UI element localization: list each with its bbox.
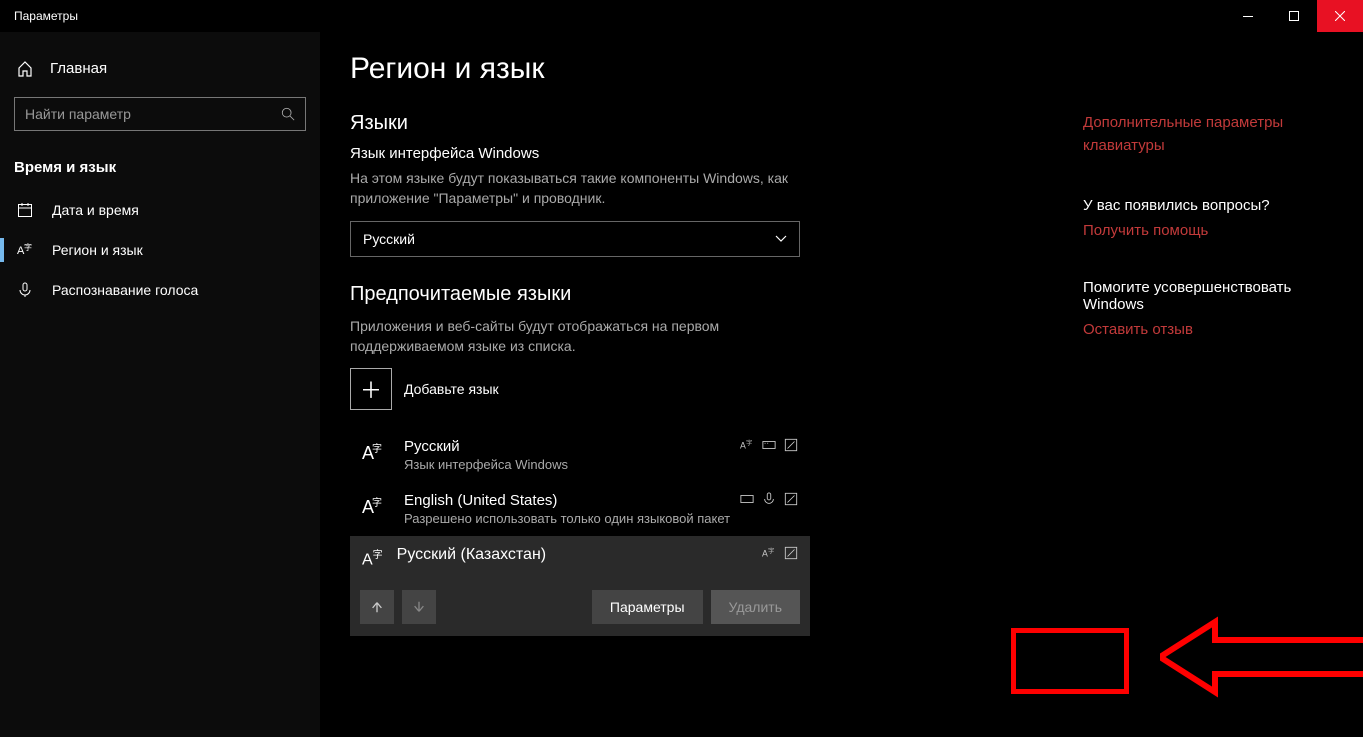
feedback-link[interactable]: Оставить отзыв xyxy=(1083,321,1343,338)
handwriting-icon xyxy=(784,546,798,560)
sidebar-item-date-time[interactable]: Дата и время xyxy=(0,190,320,230)
move-up-button[interactable] xyxy=(360,590,394,624)
advanced-keyboard-link[interactable]: Дополнительные параметры клавиатуры xyxy=(1083,112,1343,157)
ui-language-value: Русский xyxy=(363,231,415,247)
home-nav[interactable]: Главная xyxy=(0,52,320,85)
sidebar: Главная Найти параметр Время и язык Дата… xyxy=(0,32,320,737)
window-title: Параметры xyxy=(0,9,78,23)
annotation-highlight-box xyxy=(1011,628,1129,694)
main-content: Регион и язык Языки Язык интерфейса Wind… xyxy=(320,32,1083,737)
minimize-button[interactable] xyxy=(1225,0,1271,32)
sidebar-item-label: Дата и время xyxy=(52,202,139,218)
section-languages: Языки xyxy=(350,112,1053,135)
language-item-russian-kz-selected[interactable]: A字 Русский (Казахстан) A字 Параметры xyxy=(350,536,810,635)
display-language-icon: A字 xyxy=(740,438,754,452)
annotation-arrow xyxy=(1160,612,1363,702)
close-button[interactable] xyxy=(1317,0,1363,32)
keyboard-layout-icon xyxy=(740,492,754,506)
ui-language-select[interactable]: Русский xyxy=(350,221,800,257)
language-icon: A字 xyxy=(16,242,34,258)
move-down-button[interactable] xyxy=(402,590,436,624)
language-subtitle: Разрешено использовать только один языко… xyxy=(404,511,730,526)
window-controls xyxy=(1225,0,1363,32)
page-title: Регион и язык xyxy=(350,52,1053,86)
sidebar-item-region-language[interactable]: A字 Регион и язык xyxy=(0,230,320,270)
language-item-russian[interactable]: A字 Русский Язык интерфейса Windows A字 xyxy=(350,428,810,482)
language-name: English (United States) xyxy=(404,492,730,509)
microphone-icon xyxy=(16,282,34,298)
home-label: Главная xyxy=(50,60,107,77)
language-glyph-icon: A字 xyxy=(362,438,390,464)
search-placeholder: Найти параметр xyxy=(25,106,131,122)
language-name: Русский (Казахстан) xyxy=(397,546,546,564)
delete-button[interactable]: Удалить xyxy=(711,590,800,624)
keyboard-layout-icon xyxy=(762,438,776,452)
calendar-icon xyxy=(16,202,34,218)
add-language-button[interactable]: ＋ Добавьте язык xyxy=(350,368,1053,410)
svg-text:A: A xyxy=(762,549,768,559)
handwriting-icon xyxy=(784,492,798,506)
chevron-down-icon xyxy=(775,235,787,243)
add-language-label: Добавьте язык xyxy=(404,381,499,397)
maximize-button[interactable] xyxy=(1271,0,1317,32)
preferred-languages-description: Приложения и веб-сайты будут отображатьс… xyxy=(350,316,810,357)
svg-text:字: 字 xyxy=(24,242,32,252)
language-glyph-icon: A字 xyxy=(362,492,390,518)
language-subtitle: Язык интерфейса Windows xyxy=(404,457,568,472)
section-preferred-languages: Предпочитаемые языки xyxy=(350,283,1053,306)
title-bar: Параметры xyxy=(0,0,1363,32)
search-input[interactable]: Найти параметр xyxy=(14,97,306,131)
improve-heading: Помогите усовершенствовать Windows xyxy=(1083,279,1343,313)
search-icon xyxy=(281,107,295,121)
ui-language-label: Язык интерфейса Windows xyxy=(350,145,1053,162)
language-glyph-icon: A字 xyxy=(362,546,383,569)
language-item-english-us[interactable]: A字 English (United States) Разрешено исп… xyxy=(350,482,810,536)
home-icon xyxy=(16,61,34,77)
questions-heading: У вас появились вопросы? xyxy=(1083,197,1343,214)
sidebar-item-label: Распознавание голоса xyxy=(52,282,198,298)
speech-icon xyxy=(762,492,776,506)
sidebar-category: Время и язык xyxy=(0,151,320,190)
sidebar-item-label: Регион и язык xyxy=(52,242,143,258)
svg-text:A: A xyxy=(740,441,746,451)
handwriting-icon xyxy=(784,438,798,452)
ui-language-description: На этом языке будут показываться такие к… xyxy=(350,168,810,209)
get-help-link[interactable]: Получить помощь xyxy=(1083,222,1343,239)
language-name: Русский xyxy=(404,438,568,455)
display-language-icon: A字 xyxy=(762,546,776,560)
svg-text:字: 字 xyxy=(768,547,774,555)
plus-icon: ＋ xyxy=(350,368,392,410)
svg-text:字: 字 xyxy=(746,439,752,447)
sidebar-item-speech[interactable]: Распознавание голоса xyxy=(0,270,320,310)
options-button[interactable]: Параметры xyxy=(592,590,703,624)
